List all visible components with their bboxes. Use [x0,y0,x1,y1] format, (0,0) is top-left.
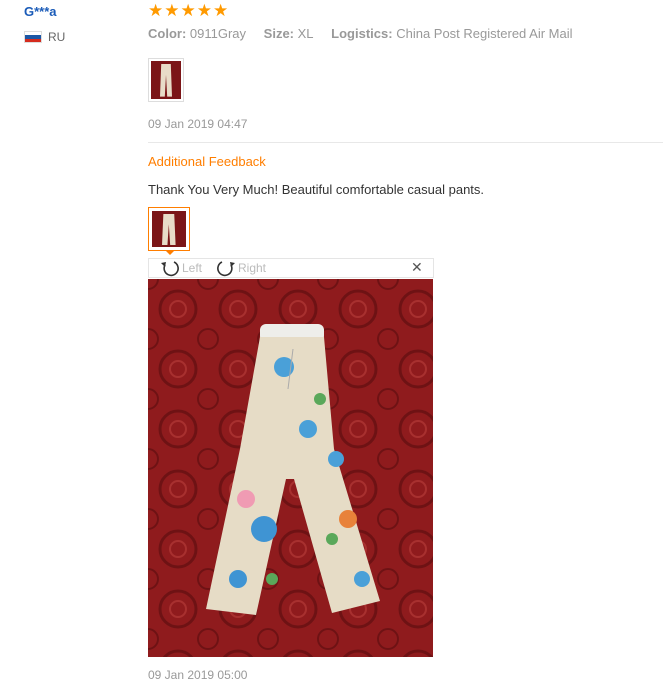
selected-thumbnail-pointer [165,250,175,255]
attr-size-value: XL [297,26,314,41]
country-code: RU [48,30,66,44]
star-rating: ★ ★ ★ ★ ★ [148,2,228,19]
close-icon[interactable]: ✕ [411,259,423,276]
additional-feedback-date: 09 Jan 2019 05:00 [148,668,248,682]
photo-viewer-toolbar: Left Right ✕ [148,258,434,278]
pants-photo-thumbnail-image [152,211,186,247]
star-icon: ★ [164,1,180,20]
reviewer-name[interactable]: G***a [24,4,57,19]
rotate-right-icon [217,261,235,277]
attr-logistics-key: Logistics: [331,26,393,41]
rotate-right-label: Right [238,261,267,275]
review-date: 09 Jan 2019 04:47 [148,117,248,131]
star-icon: ★ [213,1,229,20]
attr-logistics-value: China Post Registered Air Mail [396,26,573,41]
pants-photo-thumbnail-image [151,61,181,99]
review-photo-thumbnail[interactable] [148,58,184,102]
star-icon: ★ [148,1,164,20]
rotate-left-icon [161,261,179,277]
russia-flag-icon [24,31,42,43]
rotate-left-label: Left [182,261,203,275]
enlarged-review-photo [148,279,433,657]
additional-feedback-heading: Additional Feedback [148,154,266,169]
pants-photo-illustration [148,279,433,657]
divider [148,142,663,143]
reviewer-country: RU [24,30,65,44]
attr-size-key: Size: [263,26,295,41]
rotate-left-button[interactable]: Left [159,259,202,277]
rotate-right-button[interactable]: Right [215,259,266,277]
attr-color-value: 0911Gray [189,26,247,41]
star-icon: ★ [180,1,196,20]
product-attributes: Color: 0911Gray Size: XL Logistics: Chin… [148,26,587,41]
additional-feedback-text: Thank You Very Much! Beautiful comfortab… [148,182,485,197]
attr-color-key: Color: [148,26,187,41]
additional-photo-thumbnail[interactable] [148,207,190,251]
star-icon: ★ [196,1,212,20]
